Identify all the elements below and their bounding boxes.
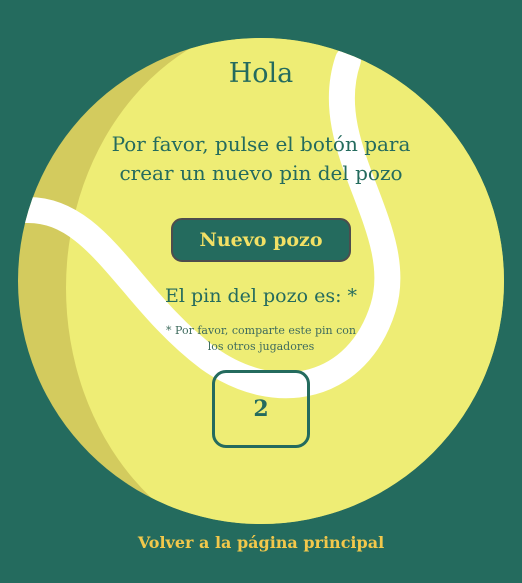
pin-label: El pin del pozo es: * <box>164 285 358 307</box>
instructions-text: Por favor, pulse el botón para crear un … <box>111 132 411 185</box>
back-to-home-link[interactable]: Volver a la página principal <box>0 533 522 552</box>
share-note: * Por favor, comparte este pin con los o… <box>166 324 356 353</box>
pin-value: 2 <box>253 396 269 422</box>
new-pool-button[interactable]: Nuevo pozo <box>171 218 351 262</box>
greeting-title: Hola <box>228 58 294 89</box>
pin-display: 2 <box>212 370 310 448</box>
